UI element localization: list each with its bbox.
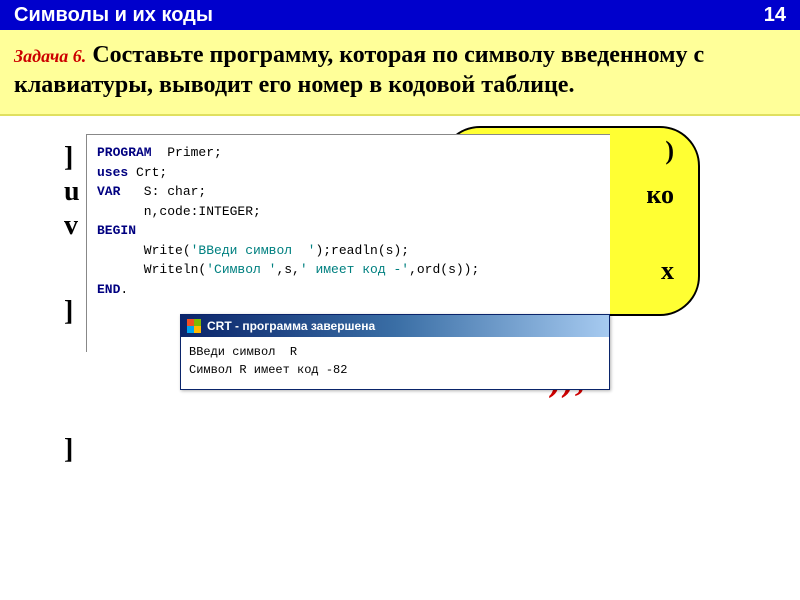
- underlying-text-fragment: ]: [64, 142, 73, 174]
- underlying-text-fragment: ]: [64, 434, 73, 466]
- slide-header: Символы и их коды 14: [0, 0, 800, 30]
- kw-program: PROGRAM: [97, 145, 152, 160]
- code-text: ,s,: [276, 262, 299, 277]
- code-text: Writeln(: [97, 262, 206, 277]
- underlying-text-fragment: v: [64, 210, 78, 242]
- code-text: S: char;: [120, 184, 206, 199]
- kw-end: END: [97, 282, 120, 297]
- kw-begin: BEGIN: [97, 223, 136, 238]
- kw-uses: uses: [97, 165, 128, 180]
- slide-page-number: 14: [764, 4, 786, 27]
- underlying-text-fragment: ]: [64, 296, 73, 328]
- console-title-text: CRT - программа завершена: [207, 319, 375, 333]
- code-text: Write(: [97, 243, 191, 258]
- bubble-fragment: ): [665, 136, 674, 166]
- underlying-text-fragment: u: [64, 176, 80, 208]
- code-text: ,ord(s));: [409, 262, 479, 277]
- code-text: n,code:INTEGER;: [97, 204, 261, 219]
- code-text: );readln(s);: [315, 243, 409, 258]
- code-text: Crt;: [128, 165, 167, 180]
- task-text: Составьте программу, которая по символу …: [14, 42, 704, 98]
- console-line: ВВеди символ R: [189, 345, 297, 359]
- console-window: CRT - программа завершена ВВеди символ R…: [180, 314, 610, 390]
- code-string: 'ВВеди символ ': [191, 243, 316, 258]
- code-string: ' имеет код -': [300, 262, 409, 277]
- app-icon: [187, 319, 201, 333]
- console-line: Символ R имеет код -82: [189, 363, 347, 377]
- console-output: ВВеди символ R Символ R имеет код -82: [181, 337, 609, 389]
- slide-content: ) ко х ] u v ] ] )); PROGRAM Primer; use…: [0, 116, 800, 556]
- slide-title: Символы и их коды: [14, 4, 213, 27]
- code-string: 'Символ ': [206, 262, 276, 277]
- bubble-fragment: х: [661, 256, 674, 286]
- kw-var: VAR: [97, 184, 120, 199]
- task-label: Задача 6.: [14, 46, 86, 66]
- code-text: Primer;: [152, 145, 222, 160]
- console-titlebar[interactable]: CRT - программа завершена: [181, 315, 609, 337]
- task-box: Задача 6. Составьте программу, которая п…: [0, 30, 800, 116]
- code-text: .: [120, 282, 128, 297]
- bubble-fragment: ко: [646, 180, 674, 210]
